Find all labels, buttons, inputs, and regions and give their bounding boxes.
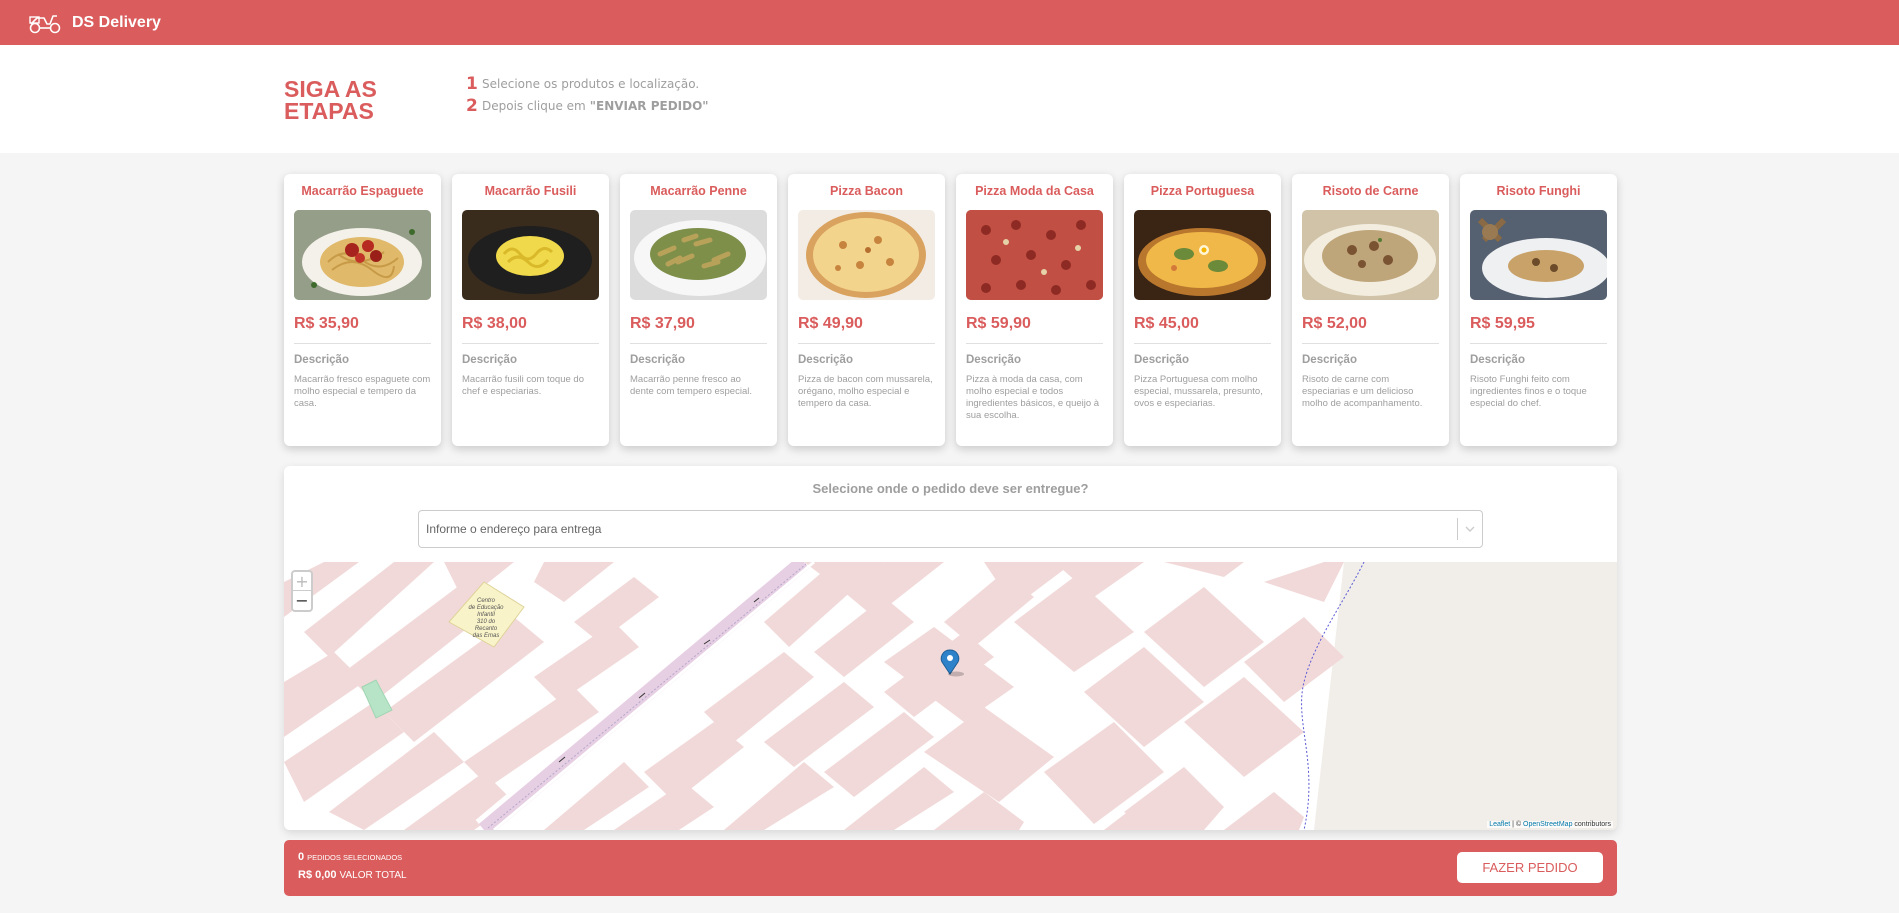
- product-description: Macarrão fresco espaguete com molho espe…: [294, 374, 431, 409]
- product-description: Risoto Funghi feito com ingredientes fin…: [1470, 374, 1587, 409]
- product-price: R$ 52,00: [1302, 315, 1439, 344]
- product-name: Macarrão Fusili: [484, 184, 577, 198]
- product-card[interactable]: Pizza Bacon R$ 49,90 Descrição Pizza de …: [788, 174, 945, 446]
- count-label: PEDIDOS SELECIONADOS: [307, 853, 403, 862]
- step-number: 2: [466, 96, 478, 116]
- product-list: Macarrão Espaguete R$ 35,90 Descrição Ma…: [284, 174, 1617, 446]
- product-desc-title: Descrição: [462, 354, 517, 366]
- product-name: Pizza Moda da Casa: [975, 184, 1094, 198]
- product-name: Risoto de Carne: [1322, 184, 1419, 198]
- steps-title: SIGA AS ETAPAS: [284, 76, 377, 124]
- product-desc-title: Descrição: [1134, 354, 1189, 366]
- svg-text:310 do: 310 do: [477, 619, 496, 625]
- step-number: 1: [466, 74, 478, 94]
- location-section: Selecione onde o pedido deve ser entregu…: [284, 466, 1617, 830]
- product-desc-title: Descrição: [966, 354, 1021, 366]
- product-price: R$ 35,90: [294, 315, 431, 344]
- product-desc-title: Descrição: [1302, 354, 1357, 366]
- product-card[interactable]: Macarrão Fusili R$ 38,00 Descrição Macar…: [452, 174, 609, 446]
- place-order-button[interactable]: FAZER PEDIDO: [1457, 852, 1603, 883]
- step-text: Depois clique em: [482, 99, 586, 113]
- product-price: R$ 59,90: [966, 315, 1103, 344]
- product-image: [630, 210, 767, 300]
- attribution-sep: | ©: [1510, 821, 1524, 828]
- product-card[interactable]: Pizza Moda da Casa R$ 59,90 Descrição Pi…: [956, 174, 1113, 446]
- zoom-in-button[interactable]: +: [293, 572, 311, 591]
- product-desc-title: Descrição: [798, 354, 853, 366]
- delivery-map[interactable]: Centro de Educação Infantil 310 do Recan…: [284, 562, 1617, 830]
- chevron-down-icon[interactable]: [1458, 510, 1482, 548]
- product-price: R$ 49,90: [798, 315, 935, 344]
- product-price: R$ 59,95: [1470, 315, 1607, 344]
- product-image: [1134, 210, 1271, 300]
- product-card[interactable]: Macarrão Espaguete R$ 35,90 Descrição Ma…: [284, 174, 441, 446]
- svg-text:Recanto: Recanto: [475, 626, 498, 632]
- product-name: Macarrão Espaguete: [301, 184, 424, 198]
- product-description: Pizza de bacon com mussarela, orégano, m…: [798, 374, 933, 409]
- product-image: [462, 210, 599, 300]
- product-description: Macarrão penne fresco ao dente com tempe…: [630, 374, 752, 397]
- product-card[interactable]: Risoto de Carne R$ 52,00 Descrição Risot…: [1292, 174, 1449, 446]
- product-desc-title: Descrição: [294, 354, 349, 366]
- product-card[interactable]: Pizza Portuguesa R$ 45,00 Descrição Pizz…: [1124, 174, 1281, 446]
- product-price: R$ 45,00: [1134, 315, 1271, 344]
- total-value: R$ 0,00 VALOR TOTAL: [298, 869, 407, 881]
- product-image: [294, 210, 431, 300]
- osm-link[interactable]: OpenStreetMap: [1523, 821, 1572, 828]
- svg-text:Infantil: Infantil: [477, 612, 495, 618]
- product-price: R$ 37,90: [630, 315, 767, 344]
- product-card[interactable]: Macarrão Penne R$ 37,90 Descrição Macarr…: [620, 174, 777, 446]
- product-image: [798, 210, 935, 300]
- product-image: [1302, 210, 1439, 300]
- product-desc-title: Descrição: [630, 354, 685, 366]
- address-select[interactable]: Informe o endereço para entrega: [418, 510, 1483, 548]
- total-label: VALOR TOTAL: [339, 870, 407, 881]
- product-description: Pizza à moda da casa, com molho especial…: [966, 374, 1100, 421]
- step-text: Selecione os produtos e localização.: [482, 77, 700, 91]
- map-zoom-control: + −: [291, 570, 313, 612]
- brand-name[interactable]: DS Delivery: [72, 14, 161, 32]
- svg-text:de Educação: de Educação: [468, 605, 504, 611]
- product-description: Macarrão fusili com toque do chef e espe…: [462, 374, 584, 397]
- map-attribution: Leaflet | © OpenStreetMap contributors: [1487, 821, 1613, 828]
- product-description: Pizza Portuguesa com molho especial, mus…: [1134, 374, 1263, 409]
- navbar: DS Delivery: [0, 0, 1899, 45]
- product-card[interactable]: Risoto Funghi R$ 59,95 Descrição Risoto …: [1460, 174, 1617, 446]
- product-image: [966, 210, 1103, 300]
- step-item: 2 Depois clique em "ENVIAR PEDIDO": [466, 95, 709, 117]
- product-price: R$ 38,00: [462, 315, 599, 344]
- attribution-suffix: contributors: [1572, 821, 1611, 828]
- location-title: Selecione onde o pedido deve ser entregu…: [812, 481, 1089, 496]
- delivery-scooter-icon[interactable]: [28, 12, 62, 34]
- step-highlight: "ENVIAR PEDIDO": [589, 99, 709, 113]
- map-tiles: Centro de Educação Infantil 310 do Recan…: [284, 562, 1617, 830]
- steps-section: SIGA AS ETAPAS 1 Selecione os produtos e…: [0, 45, 1899, 153]
- product-image: [1470, 210, 1607, 300]
- order-summary: 0 PEDIDOS SELECIONADOS R$ 0,00 VALOR TOTAL…: [284, 840, 1617, 896]
- svg-text:das Emas: das Emas: [473, 633, 500, 639]
- selected-count: 0 PEDIDOS SELECIONADOS: [298, 851, 402, 863]
- step-item: 1 Selecione os produtos e localização.: [466, 73, 709, 95]
- address-placeholder[interactable]: Informe o endereço para entrega: [419, 522, 1457, 536]
- product-name: Pizza Bacon: [830, 184, 903, 198]
- product-desc-title: Descrição: [1470, 354, 1525, 366]
- count-value: 0: [298, 851, 305, 863]
- product-name: Risoto Funghi: [1496, 184, 1581, 198]
- steps-list: 1 Selecione os produtos e localização. 2…: [466, 73, 709, 117]
- zoom-out-button[interactable]: −: [293, 591, 311, 610]
- svg-text:Centro: Centro: [477, 598, 496, 604]
- total-amount: R$ 0,00: [298, 869, 337, 881]
- leaflet-link[interactable]: Leaflet: [1489, 821, 1510, 828]
- product-description: Risoto de carne com especiarias e um del…: [1302, 374, 1423, 409]
- product-name: Macarrão Penne: [650, 184, 747, 198]
- product-name: Pizza Portuguesa: [1150, 184, 1255, 198]
